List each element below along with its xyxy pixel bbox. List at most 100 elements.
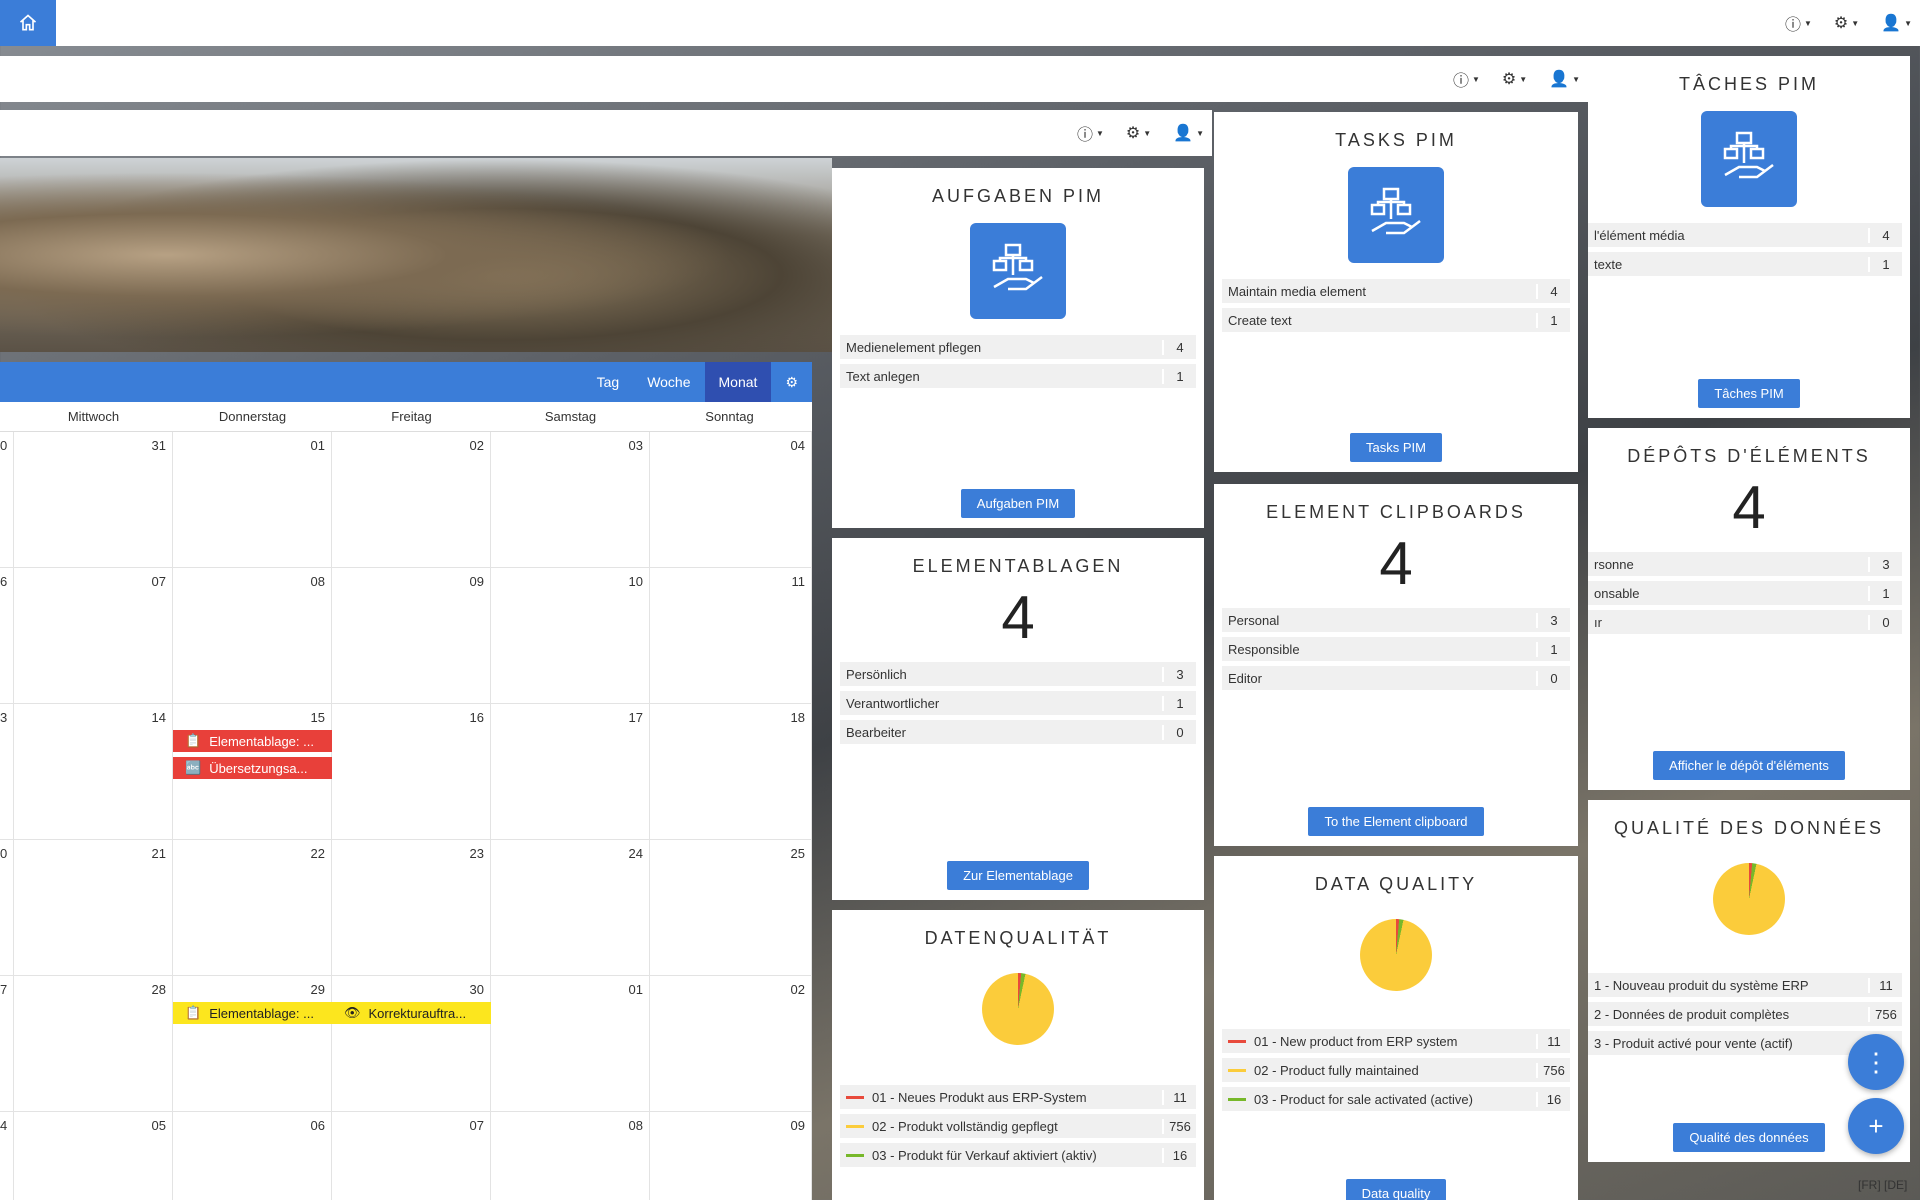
- day-number: 22: [310, 846, 325, 861]
- day-number: 02: [790, 982, 805, 997]
- list-item[interactable]: Bearbeiter 0: [840, 720, 1196, 744]
- calendar-event[interactable]: 🔤 Übersetzungsa...: [173, 757, 332, 779]
- tasks-pim-button[interactable]: Tasks PIM: [1350, 433, 1442, 462]
- card-title: DATENQUALITÄT: [924, 928, 1112, 948]
- qualite-donnees-button[interactable]: Qualité des données: [1673, 1123, 1825, 1152]
- list-item[interactable]: 01 - Neues Produkt aus ERP-System 11: [840, 1085, 1196, 1109]
- calendar-day-cell[interactable]: 11: [650, 568, 812, 704]
- zur-elementablage-button[interactable]: Zur Elementablage: [947, 861, 1089, 890]
- day-number: 7: [0, 982, 8, 997]
- calendar-day-cell[interactable]: 06: [173, 1112, 332, 1200]
- list-item[interactable]: 01 - New product from ERP system 11: [1222, 1029, 1570, 1053]
- calendar-day-cell[interactable]: 04: [650, 432, 812, 568]
- day-number: 07: [469, 1118, 484, 1133]
- help-menu-2[interactable]: ⓘ ▼: [1453, 67, 1480, 91]
- list-item[interactable]: ır 0: [1588, 610, 1902, 634]
- view-month-button[interactable]: Monat: [704, 362, 772, 402]
- calendar-event[interactable]: 📋 Elementablage: ...: [173, 730, 332, 752]
- list-item[interactable]: Personal 3: [1222, 608, 1570, 632]
- user-menu-2[interactable]: 👤 ▼: [1549, 67, 1580, 91]
- calendar-day-cell[interactable]: 3: [0, 704, 14, 840]
- calendar-day-cell[interactable]: 08: [173, 568, 332, 704]
- more-options-button[interactable]: ⋮: [1848, 1034, 1904, 1090]
- language-switcher[interactable]: [FR] [DE]: [1858, 1178, 1907, 1192]
- calendar-event[interactable]: 👁 Korrekturauftra...: [332, 1002, 491, 1024]
- calendar-day-cell[interactable]: 01: [173, 432, 332, 568]
- calendar-day-cell[interactable]: 03: [491, 432, 650, 568]
- list-item[interactable]: 02 - Produkt vollständig gepflegt 756: [840, 1114, 1196, 1138]
- calendar-day-cell[interactable]: 22: [173, 840, 332, 976]
- calendar-day-cell[interactable]: 17: [491, 704, 650, 840]
- home-button[interactable]: [0, 0, 56, 46]
- list-item[interactable]: Responsible 1: [1222, 637, 1570, 661]
- add-button[interactable]: +: [1848, 1098, 1904, 1154]
- aufgaben-pim-button[interactable]: Aufgaben PIM: [960, 489, 1076, 518]
- view-week-button[interactable]: Woche: [633, 362, 704, 402]
- calendar-day-cell[interactable]: 24: [491, 840, 650, 976]
- calendar-day-cell[interactable]: 18: [650, 704, 812, 840]
- day-number: 29: [310, 982, 325, 997]
- calendar-settings-button[interactable]: ⚙: [771, 362, 812, 402]
- calendar-day-cell[interactable]: 07: [14, 568, 173, 704]
- calendar-day-cell[interactable]: 0: [0, 432, 14, 568]
- calendar-day-cell[interactable]: 02: [332, 432, 491, 568]
- calendar-day-cell[interactable]: 09: [650, 1112, 812, 1200]
- day-number: 09: [790, 1118, 805, 1133]
- help-menu-3[interactable]: ⓘ ▼: [1077, 121, 1104, 145]
- card-title: TASKS PIM: [1335, 130, 1457, 150]
- calendar-event[interactable]: 📋 Elementablage: ...: [173, 1002, 332, 1024]
- calendar-day-cell[interactable]: 16: [332, 704, 491, 840]
- gear-icon: ⚙: [1833, 15, 1849, 32]
- calendar-day-cell[interactable]: 07: [332, 1112, 491, 1200]
- data-quality-button[interactable]: Data quality: [1345, 1179, 1447, 1200]
- list-item[interactable]: l'élément média 4: [1588, 223, 1902, 247]
- calendar-day-cell[interactable]: 23: [332, 840, 491, 976]
- calendar-day-cell[interactable]: 08: [491, 1112, 650, 1200]
- list-item[interactable]: rsonne 3: [1588, 552, 1902, 576]
- eye-icon: 👁: [344, 1005, 361, 1020]
- calendar-day-cell[interactable]: 10: [491, 568, 650, 704]
- element-clipboard-button[interactable]: To the Element clipboard: [1308, 807, 1484, 836]
- list-item[interactable]: 2 - Données de produit complètes 756: [1588, 1002, 1902, 1026]
- view-day-button[interactable]: Tag: [583, 362, 634, 402]
- calendar-day-cell[interactable]: 29: [173, 976, 332, 1112]
- settings-menu-3[interactable]: ⚙ ▼: [1126, 121, 1151, 145]
- list-item[interactable]: 03 - Produkt für Verkauf aktiviert (akti…: [840, 1143, 1196, 1167]
- list-item[interactable]: Maintain media element 4: [1222, 279, 1570, 303]
- depot-elements-button[interactable]: Afficher le dépôt d'éléments: [1653, 751, 1845, 780]
- list-item[interactable]: Editor 0: [1222, 666, 1570, 690]
- list-item[interactable]: Persönlich 3: [840, 662, 1196, 686]
- user-menu-1[interactable]: 👤 ▼: [1881, 11, 1912, 35]
- calendar-day-cell[interactable]: 05: [14, 1112, 173, 1200]
- calendar-day-cell[interactable]: 7: [0, 976, 14, 1112]
- list-item[interactable]: 02 - Product fully maintained 756: [1222, 1058, 1570, 1082]
- calendar-day-cell[interactable]: 01: [491, 976, 650, 1112]
- user-icon: 👤: [1549, 71, 1570, 88]
- list-item[interactable]: Verantwortlicher 1: [840, 691, 1196, 715]
- calendar-day-cell[interactable]: 02: [650, 976, 812, 1112]
- pim-tasks-icon: [970, 223, 1066, 319]
- calendar-day-cell[interactable]: 31: [14, 432, 173, 568]
- clipboard-count: 4: [1001, 584, 1035, 651]
- help-menu-1[interactable]: ⓘ ▼: [1785, 11, 1812, 35]
- list-item[interactable]: 03 - Product for sale activated (active)…: [1222, 1087, 1570, 1111]
- calendar-day-cell[interactable]: 0: [0, 840, 14, 976]
- list-item[interactable]: onsable 1: [1588, 581, 1902, 605]
- settings-menu-2[interactable]: ⚙ ▼: [1502, 67, 1527, 91]
- calendar-day-cell[interactable]: 25: [650, 840, 812, 976]
- list-item[interactable]: Text anlegen 1: [840, 364, 1196, 388]
- calendar-day-cell[interactable]: 6: [0, 568, 14, 704]
- list-item[interactable]: texte 1: [1588, 252, 1902, 276]
- calendar-day-cell[interactable]: 21: [14, 840, 173, 976]
- calendar-day-cell[interactable]: 4: [0, 1112, 14, 1200]
- list-item[interactable]: Create text 1: [1222, 308, 1570, 332]
- taches-pim-button[interactable]: Tâches PIM: [1698, 379, 1800, 408]
- list-item[interactable]: Medienelement pflegen 4: [840, 335, 1196, 359]
- calendar-day-cell[interactable]: 09: [332, 568, 491, 704]
- calendar-day-cell[interactable]: 30: [332, 976, 491, 1112]
- user-menu-3[interactable]: 👤 ▼: [1173, 121, 1204, 145]
- calendar-day-cell[interactable]: 28: [14, 976, 173, 1112]
- list-item[interactable]: 1 - Nouveau produit du système ERP 11: [1588, 973, 1902, 997]
- calendar-day-cell[interactable]: 14: [14, 704, 173, 840]
- settings-menu-1[interactable]: ⚙ ▼: [1834, 11, 1859, 35]
